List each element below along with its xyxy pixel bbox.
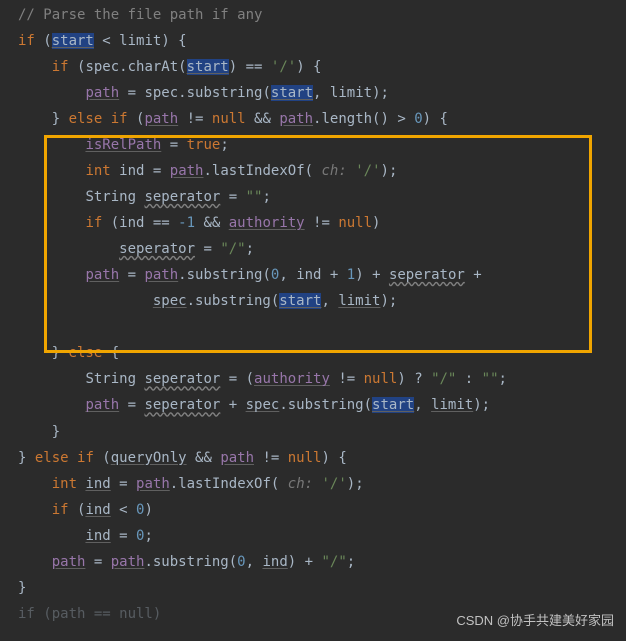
var-start-selected[interactable]: start: [279, 293, 321, 309]
comment-line: // Parse the file path if any: [18, 7, 262, 23]
fragment-line: if (path == null): [18, 606, 161, 622]
var-seperator-typo: seperator: [144, 189, 220, 205]
var-start-selected[interactable]: start: [52, 33, 94, 49]
field-authority: authority: [229, 215, 305, 231]
var-start-selected[interactable]: start: [187, 59, 229, 75]
field-path: path: [85, 85, 119, 101]
param-hint-ch: ch:: [313, 163, 355, 179]
keyword-if: if: [18, 33, 35, 49]
code-editor[interactable]: // Parse the file path if any if (start …: [0, 0, 626, 627]
field-isRelPath: isRelPath: [85, 137, 161, 153]
var-start-selected[interactable]: start: [271, 85, 313, 101]
param-hint-ch: ch:: [279, 476, 321, 492]
var-start-selected[interactable]: start: [372, 397, 414, 413]
